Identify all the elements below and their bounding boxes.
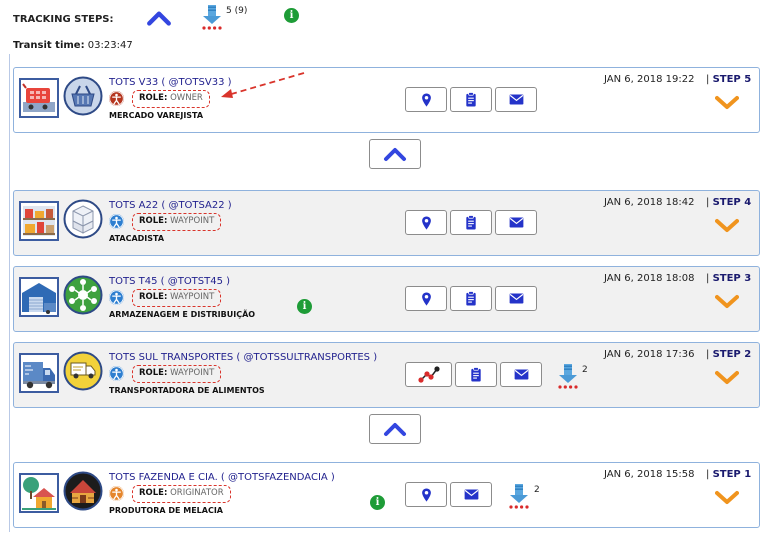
route-button[interactable]: [405, 362, 452, 387]
map-pin-icon: [421, 292, 432, 306]
info-icon[interactable]: i: [297, 299, 312, 314]
map-pin-icon: [421, 216, 432, 230]
step-number: | STEP 2: [706, 349, 752, 360]
waypoint-role-icon: [109, 214, 124, 229]
timeline-line: [9, 54, 10, 532]
message-button[interactable]: [495, 286, 537, 311]
expand-chevron-icon[interactable]: [715, 490, 739, 506]
documents-button[interactable]: [450, 87, 492, 112]
transit-time: Transit time: 03:23:47: [13, 40, 133, 51]
step-card-1: TOTS FAZENDA E CIA. ( @TOTSFAZENDACIA ) …: [13, 462, 760, 528]
shop-cart-icon: [19, 78, 59, 118]
documents-button[interactable]: [450, 286, 492, 311]
role-label: ROLE: OWNER: [132, 90, 210, 108]
mail-icon: [509, 293, 524, 304]
mail-icon: [509, 217, 524, 228]
owner-role-icon: [109, 91, 124, 106]
mail-icon: [464, 489, 479, 500]
role-label: ROLE: WAYPOINT: [132, 213, 222, 231]
message-button[interactable]: [495, 87, 537, 112]
location-button[interactable]: [405, 210, 447, 235]
entity-name-link[interactable]: TOTS V33 ( @TOTSV33 ): [109, 77, 232, 88]
expand-chevron-icon[interactable]: [715, 95, 739, 111]
download-count: 2: [582, 365, 588, 375]
download-count: 2: [534, 485, 540, 495]
step-date: JAN 6, 2018 15:58: [604, 469, 695, 480]
location-button[interactable]: [405, 87, 447, 112]
transit-time-label: Transit time:: [13, 40, 85, 51]
entity-description: ARMAZENAGEM E DISTRIBUIÇÃO: [109, 310, 256, 319]
barn-icon: [63, 471, 103, 511]
step-card-5: TOTS V33 ( @TOTSV33 ) ROLE: OWNER MERCAD…: [13, 67, 760, 133]
download-icon[interactable]: [507, 483, 531, 509]
warehouse-shelves-icon: [19, 201, 59, 241]
clipboard-icon: [465, 215, 477, 230]
step-card-4: TOTS A22 ( @TOTSA22 ) ROLE: WAYPOINT ATA…: [13, 190, 760, 256]
step-card-2: TOTS SUL TRANSPORTES ( @TOTSSULTRANSPORT…: [13, 342, 760, 408]
role-label: ROLE: WAYPOINT: [132, 365, 222, 383]
boxes-icon: [63, 199, 103, 239]
step-date: JAN 6, 2018 18:42: [604, 197, 695, 208]
entity-name-link[interactable]: TOTS FAZENDA E CIA. ( @TOTSFAZENDACIA ): [109, 472, 335, 483]
clipboard-icon: [465, 291, 477, 306]
step-number: | STEP 4: [706, 197, 752, 208]
role-label: ROLE: WAYPOINT: [132, 289, 222, 307]
map-pin-icon: [421, 93, 432, 107]
clipboard-icon: [465, 92, 477, 107]
annotation-arrow-icon: [221, 72, 305, 98]
route-icon: [418, 366, 440, 384]
clipboard-icon: [470, 367, 482, 382]
delivery-truck-icon: [63, 351, 103, 391]
waypoint-role-icon: [109, 290, 124, 305]
entity-description: MERCADO VAREJISTA: [109, 111, 204, 120]
download-icon[interactable]: [556, 363, 580, 389]
waypoint-role-icon: [109, 366, 124, 381]
chevron-up-icon: [383, 146, 407, 162]
documents-button[interactable]: [455, 362, 497, 387]
info-icon[interactable]: i: [370, 495, 385, 510]
entity-name-link[interactable]: TOTS SUL TRANSPORTES ( @TOTSSULTRANSPORT…: [109, 352, 377, 363]
basket-icon: [63, 76, 103, 116]
network-hub-icon: [63, 275, 103, 315]
truck-icon: [19, 353, 59, 393]
tracking-header: TRACKING STEPS: 5 (9) i: [0, 0, 768, 36]
step-date: JAN 6, 2018 17:36: [604, 349, 695, 360]
download-count: 5 (9): [226, 6, 248, 16]
info-icon[interactable]: i: [284, 8, 299, 23]
collapse-all-icon[interactable]: [146, 9, 172, 27]
mail-icon: [514, 369, 529, 380]
collapse-button[interactable]: [369, 414, 421, 444]
role-label: ROLE: ORIGINATOR: [132, 485, 231, 503]
step-number: | STEP 3: [706, 273, 752, 284]
expand-chevron-icon[interactable]: [715, 294, 739, 310]
download-icon[interactable]: [200, 4, 224, 30]
transit-time-value: 03:23:47: [87, 40, 133, 51]
entity-description: ATACADISTA: [109, 234, 165, 243]
entity-description: TRANSPORTADORA DE ALIMENTOS: [109, 386, 265, 395]
mail-icon: [509, 94, 524, 105]
step-date: JAN 6, 2018 19:22: [604, 74, 695, 85]
step-number: | STEP 1: [706, 469, 752, 480]
collapse-button[interactable]: [369, 139, 421, 169]
step-date: JAN 6, 2018 18:08: [604, 273, 695, 284]
location-button[interactable]: [405, 286, 447, 311]
expand-chevron-icon[interactable]: [715, 218, 739, 234]
distribution-center-icon: [19, 277, 59, 317]
location-button[interactable]: [405, 482, 447, 507]
map-pin-icon: [421, 488, 432, 502]
step-card-3: TOTS T45 ( @TOTST45 ) ROLE: WAYPOINT ARM…: [13, 266, 760, 332]
message-button[interactable]: [500, 362, 542, 387]
message-button[interactable]: [450, 482, 492, 507]
step-number: | STEP 5: [706, 74, 752, 85]
entity-name-link[interactable]: TOTS T45 ( @TOTST45 ): [109, 276, 230, 287]
originator-role-icon: [109, 486, 124, 501]
entity-name-link[interactable]: TOTS A22 ( @TOTSA22 ): [109, 200, 232, 211]
chevron-up-icon: [383, 421, 407, 437]
documents-button[interactable]: [450, 210, 492, 235]
farm-house-icon: [19, 473, 59, 513]
entity-description: PRODUTORA DE MELACIA: [109, 506, 223, 515]
expand-chevron-icon[interactable]: [715, 370, 739, 386]
tracking-steps-label: TRACKING STEPS:: [13, 14, 114, 25]
message-button[interactable]: [495, 210, 537, 235]
